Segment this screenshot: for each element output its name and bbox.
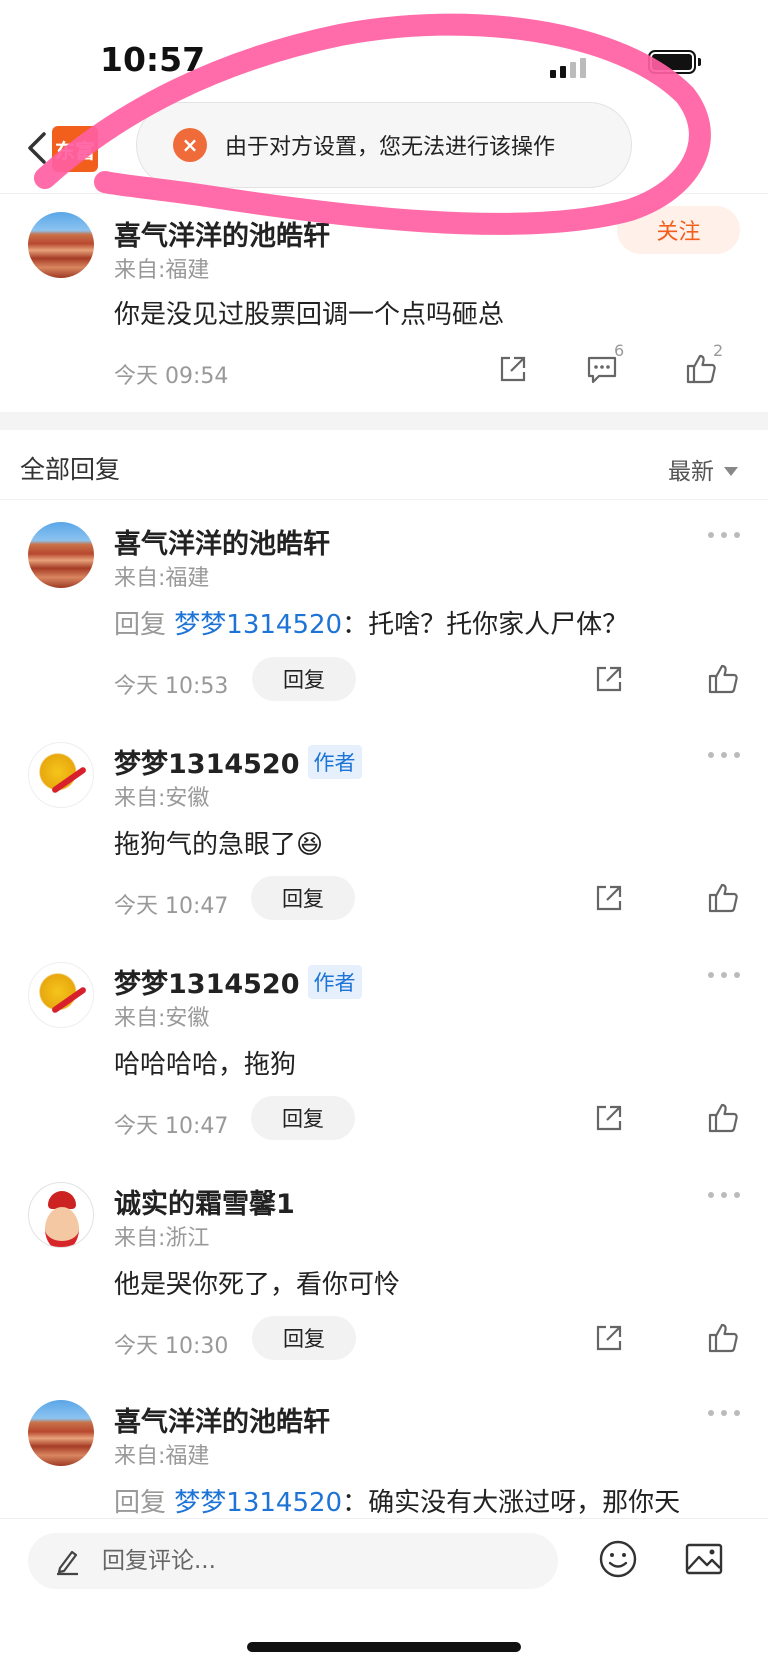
reply-prefix: 回复 <box>114 610 167 640</box>
battery-icon <box>648 50 701 74</box>
like-icon[interactable] <box>706 881 740 915</box>
sort-label: 最新 <box>668 459 714 485</box>
more-icon[interactable] <box>708 532 740 542</box>
author-badge: 作者 <box>307 745 362 779</box>
reply-time: 今天 10:47 <box>114 1114 229 1139</box>
like-count: 2 <box>713 341 724 360</box>
reply-author-name[interactable]: 梦梦1314520 作者 <box>114 962 362 1001</box>
pencil-icon <box>57 1550 78 1576</box>
reply-text: 托啥？托你家人尸体？ <box>368 610 629 640</box>
reply-content: 他是哭你死了，看你可怜 <box>114 1270 401 1300</box>
reply-button[interactable]: 回复 <box>252 1316 356 1360</box>
reply-time: 今天 10:30 <box>114 1334 229 1359</box>
reply-time: 今天 10:53 <box>114 674 229 699</box>
more-icon[interactable] <box>708 1192 740 1202</box>
reply-prefix: 回复 <box>114 1488 167 1518</box>
reply-author-text: 梦梦1314520 <box>114 749 300 780</box>
post-time: 今天 09:54 <box>114 364 229 389</box>
reply-button[interactable]: 回复 <box>251 876 355 920</box>
post-author-name[interactable]: 喜气洋洋的池皓轩 <box>114 214 330 253</box>
avatar[interactable] <box>28 962 94 1028</box>
like-icon[interactable] <box>706 662 740 696</box>
status-time: 10:57 <box>100 40 206 79</box>
reply-time: 今天 10:47 <box>114 894 229 919</box>
post-content: 你是没见过股票回调一个点吗砸总 <box>114 300 505 330</box>
follow-button[interactable]: 关注 <box>617 206 740 254</box>
comment-input-box[interactable] <box>28 1533 558 1589</box>
reply-button[interactable]: 回复 <box>251 1096 355 1140</box>
reply-content: 哈哈哈哈，拖狗 <box>114 1050 297 1080</box>
avatar[interactable] <box>28 1182 94 1248</box>
signal-icon <box>550 58 586 78</box>
reply-content: 回复 梦梦1314520：托啥？托你家人尸体？ <box>114 604 628 641</box>
toast-message: 由于对方设置，您无法进行该操作 <box>225 135 556 160</box>
home-indicator[interactable] <box>247 1642 521 1652</box>
reply-location: 来自:安徽 <box>114 786 210 811</box>
avatar[interactable] <box>28 522 94 588</box>
app-logo: 东富 <box>52 126 98 172</box>
reply-author-name[interactable]: 梦梦1314520 作者 <box>114 742 362 781</box>
mention-link[interactable]: 梦梦1314520 <box>174 1488 342 1518</box>
reply-author-text: 梦梦1314520 <box>114 969 300 1000</box>
reply-text: 确实没有大涨过呀，那你天 <box>368 1488 681 1518</box>
comment-count: 6 <box>614 341 625 360</box>
reply-button[interactable]: 回复 <box>252 657 356 701</box>
sort-dropdown[interactable]: 最新 <box>668 452 738 486</box>
post-location: 来自:福建 <box>114 258 210 283</box>
share-icon[interactable] <box>496 352 530 386</box>
reply-location: 来自:福建 <box>114 566 210 591</box>
reply-separator: ： <box>342 1488 369 1518</box>
comment-input[interactable] <box>102 1548 482 1574</box>
more-icon[interactable] <box>708 752 740 762</box>
share-icon[interactable] <box>592 662 626 696</box>
more-icon[interactable] <box>708 972 740 982</box>
share-icon[interactable] <box>592 1101 626 1135</box>
like-icon[interactable] <box>706 1321 740 1355</box>
reply-location: 来自:浙江 <box>114 1226 210 1251</box>
emoji-icon[interactable] <box>598 1539 638 1579</box>
caret-down-icon <box>724 467 738 476</box>
author-badge: 作者 <box>307 965 362 999</box>
section-title: 全部回复 <box>20 455 121 484</box>
share-icon[interactable] <box>592 1321 626 1355</box>
section-divider <box>0 412 768 430</box>
mention-link[interactable]: 梦梦1314520 <box>174 610 342 640</box>
reply-separator: ： <box>342 610 369 640</box>
reply-author-name[interactable]: 喜气洋洋的池皓轩 <box>114 1400 330 1439</box>
more-icon[interactable] <box>708 1410 740 1420</box>
share-icon[interactable] <box>592 881 626 915</box>
image-icon[interactable] <box>684 1539 724 1579</box>
avatar[interactable] <box>28 1400 94 1466</box>
close-icon: × <box>173 128 207 162</box>
like-icon[interactable] <box>706 1101 740 1135</box>
reply-location: 来自:安徽 <box>114 1006 210 1031</box>
status-bar: 10:57 <box>0 0 768 110</box>
error-toast: × 由于对方设置，您无法进行该操作 <box>136 102 632 188</box>
reply-author-name[interactable]: 喜气洋洋的池皓轩 <box>114 522 330 561</box>
reply-author-name[interactable]: 诚实的霜雪馨1 <box>114 1182 295 1221</box>
reply-content: 回复 梦梦1314520：确实没有大涨过呀，那你天 <box>114 1482 680 1519</box>
avatar[interactable] <box>28 742 94 808</box>
replies-header: 全部回复 最新 <box>0 430 768 500</box>
reply-content: 拖狗气的急眼了😆 <box>114 830 324 860</box>
reply-location: 来自:福建 <box>114 1444 210 1469</box>
avatar[interactable] <box>28 212 94 278</box>
